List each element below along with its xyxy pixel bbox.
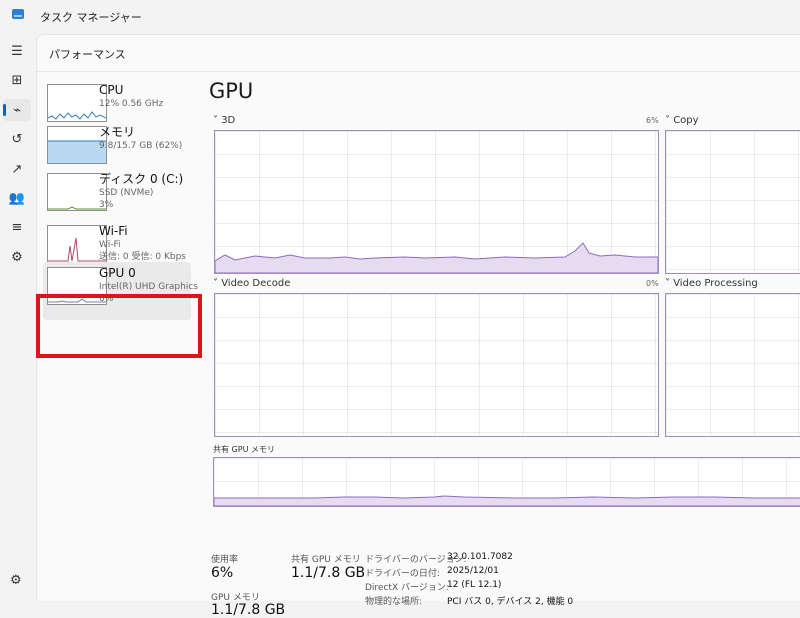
engine-label-video-decode: ˅ Video Decode (213, 278, 291, 289)
engine-pct-3d: 6% (646, 116, 659, 125)
highlight-annotation-box (36, 294, 202, 358)
driver-date-value: 2025/12/01 (447, 566, 499, 576)
performance-icon[interactable]: ⌁ (3, 99, 31, 121)
memory-thumb-svg (48, 140, 106, 163)
hamburger-icon[interactable]: ☰ (3, 40, 31, 62)
processes-icon[interactable]: ⊞ (3, 69, 31, 91)
cpu-thumbnail-graph (47, 84, 107, 122)
services-icon[interactable]: ⚙ (3, 246, 31, 268)
title-bar: タスク マネージャー (0, 0, 800, 34)
engine-pct-video-decode: 0% (646, 279, 659, 288)
gpu-memory-value: 1.1/7.8 GB (211, 602, 286, 618)
cpu-thumb-svg (48, 111, 106, 120)
directx-version-value: 12 (FL 12.1) (447, 580, 502, 590)
disk-thumb-svg (48, 206, 106, 210)
disk-thumbnail-graph (47, 173, 107, 211)
directx-version-key: DirectX バージョン: (365, 583, 449, 593)
wifi-thumbnail-graph (47, 225, 107, 263)
memory-thumbnail-graph (47, 126, 107, 164)
history-icon[interactable]: ↺ (3, 128, 31, 150)
main-panel: パフォーマンス CPU 12% 0.56 GHz メモリ 9.8/15.7 GB… (36, 34, 800, 618)
details-icon[interactable]: ≡ (3, 216, 31, 238)
shared-memory-stat-value: 1.1/7.8 GB (291, 565, 366, 581)
graph-3d-svg (215, 242, 658, 273)
gpu-details-panel: GPU ˅ 3D 6% ˅ Copy ˅ Video Decode 0% ˅ V… (209, 71, 800, 618)
window-title: タスク マネージャー (40, 11, 142, 24)
engine-label-video-processing: ˅ Video Processing (665, 278, 758, 289)
device-list: CPU 12% 0.56 GHz メモリ 9.8/15.7 GB (62%) デ… (36, 71, 207, 601)
shared-memory-stat-label: 共有 GPU メモリ (291, 555, 361, 565)
wifi-thumb-svg (48, 237, 106, 262)
graph-3d (214, 130, 659, 274)
engine-label-copy: ˅ Copy (665, 115, 699, 126)
device-item-disk[interactable]: ディスク 0 (C:) SSD (NVMe) 3% (43, 168, 191, 226)
users-icon[interactable]: 👥 (3, 187, 31, 209)
shared-memory-svg (214, 495, 800, 506)
driver-version-value: 32.0.101.7082 (447, 552, 513, 562)
graph-video-processing (665, 293, 800, 437)
graph-video-decode (214, 293, 659, 437)
utilization-label: 使用率 (211, 555, 239, 565)
graph-copy (665, 130, 800, 274)
physical-location-key: 物理的な場所: (365, 597, 423, 607)
engine-label-3d: ˅ 3D (213, 115, 236, 126)
gpu-title: GPU (209, 79, 254, 103)
settings-icon[interactable]: ⚙ (10, 573, 22, 588)
startup-icon[interactable]: ↗ (3, 158, 31, 180)
utilization-value: 6% (211, 565, 234, 581)
page-title: パフォーマンス (49, 48, 126, 61)
physical-location-value: PCI バス 0, デバイス 2, 機能 0 (447, 597, 574, 607)
graph-shared-memory (213, 457, 800, 507)
shared-memory-label: 共有 GPU メモリ (213, 445, 275, 454)
task-manager-app-icon (12, 9, 24, 19)
navigation-rail: ☰ ⊞ ⌁ ↺ ↗ 👥 ≡ ⚙ (0, 34, 34, 600)
driver-date-key: ドライバーの日付: (365, 569, 440, 579)
